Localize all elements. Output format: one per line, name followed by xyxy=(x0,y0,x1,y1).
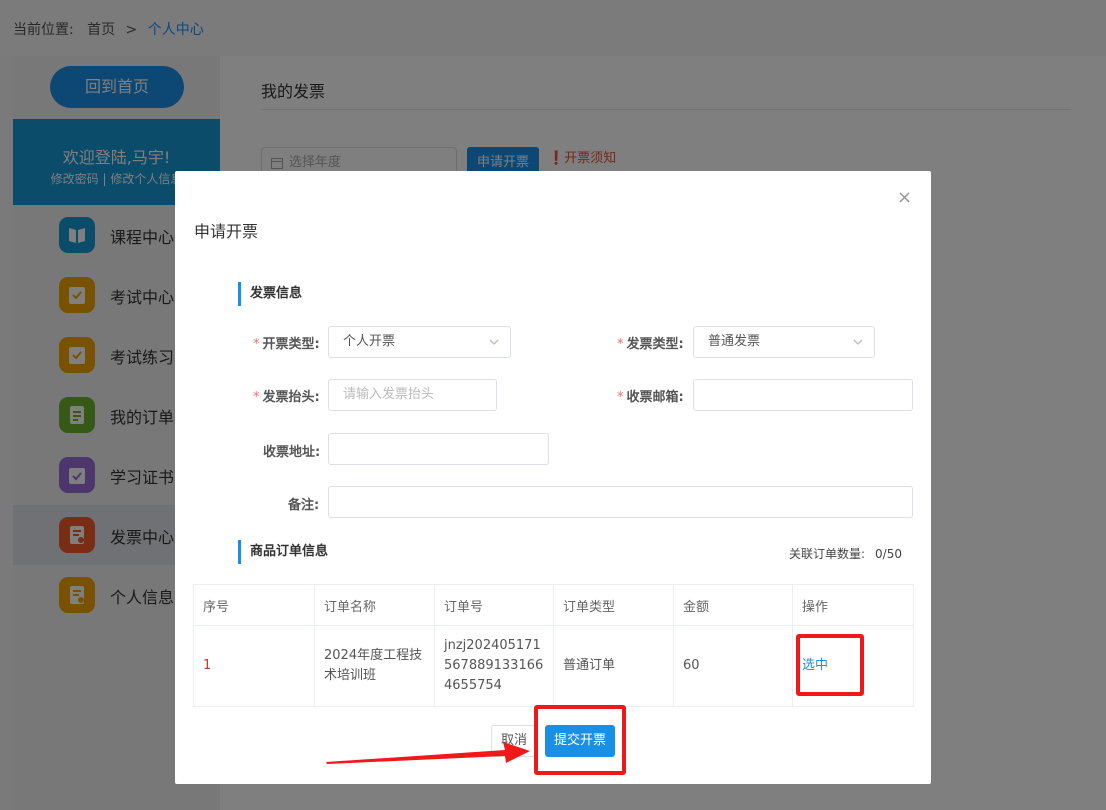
column-header: 订单号 xyxy=(434,584,554,626)
invoice-type-label: * 发票类型: xyxy=(617,337,684,352)
column-header: 订单名称 xyxy=(314,584,435,626)
related-order-count: 关联订单数量: 0/50 xyxy=(789,547,902,561)
section-title-invoice: 发票信息 xyxy=(238,282,302,306)
table-header-row: 序号 订单名称 订单号 订单类型 金额 操作 xyxy=(193,584,914,626)
invoice-header-label: * 发票抬头: xyxy=(253,390,320,405)
remark-input[interactable] xyxy=(328,486,913,518)
order-number: jnzj2024051715678891331664655754 xyxy=(434,625,554,707)
highlight-select-box xyxy=(796,634,864,696)
address-label: 收票地址: xyxy=(263,445,321,460)
issue-type-select[interactable]: 个人开票 xyxy=(328,326,511,358)
column-header: 订单类型 xyxy=(553,584,674,626)
invoice-header-input[interactable]: 请输入发票抬头 xyxy=(328,379,497,411)
remark-label: 备注: xyxy=(288,498,320,513)
close-icon[interactable]: × xyxy=(897,187,912,208)
invoice-type-select[interactable]: 普通发票 xyxy=(693,326,875,358)
highlight-submit-box xyxy=(534,705,626,775)
order-type: 普通订单 xyxy=(553,625,674,707)
row-index: 1 xyxy=(193,625,315,707)
cancel-button[interactable]: 取消 xyxy=(491,725,537,757)
order-amount: 60 xyxy=(673,625,793,707)
column-header: 序号 xyxy=(193,584,315,626)
column-header: 操作 xyxy=(792,584,914,626)
chevron-down-icon xyxy=(853,339,863,345)
chevron-down-icon xyxy=(489,339,499,345)
email-label: * 收票邮箱: xyxy=(617,390,684,405)
address-input[interactable] xyxy=(328,433,549,465)
order-name: 2024年度工程技术培训班 xyxy=(314,625,435,707)
email-input[interactable] xyxy=(693,379,913,411)
dialog-title: 申请开票 xyxy=(194,222,259,241)
section-title-orders: 商品订单信息 xyxy=(238,540,328,564)
column-header: 金额 xyxy=(673,584,793,626)
issue-type-label: * 开票类型: xyxy=(253,337,320,352)
